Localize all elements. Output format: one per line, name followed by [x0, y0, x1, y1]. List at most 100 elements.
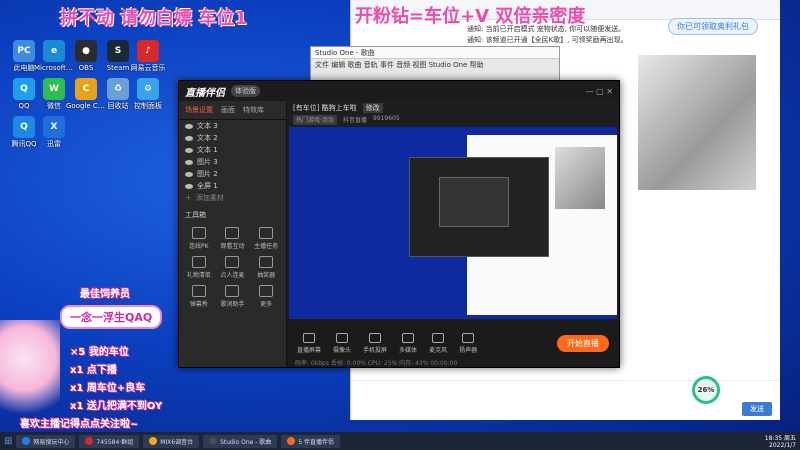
tool-icon — [259, 256, 274, 268]
tool-icon — [225, 256, 240, 268]
tool-icon — [191, 227, 206, 239]
add-source-label: 添加素材 — [196, 194, 224, 202]
source-icon — [303, 332, 315, 343]
tab-effects[interactable]: 特效库 — [243, 105, 264, 115]
room-title: [有车位] 酷狗上车啦 — [293, 104, 357, 112]
system-tray: 18:35 周五 2022/1/7 — [765, 433, 796, 449]
tool-label: 观看互动 — [220, 243, 245, 250]
source-button[interactable]: 摄像头 — [333, 332, 351, 354]
scene-item[interactable]: 文本 3 — [179, 120, 286, 132]
room-tags: 热门游戏·泡泡 抖音直播 9919605 — [287, 115, 619, 125]
zb-sidebar: 场景设置 画面 特效库 文本 3 文本 2 文本 1 图片 3 图片 2 全屏 1 ＋ 添… — [179, 101, 287, 367]
source-label: 直播屏幕 — [297, 346, 322, 354]
live-companion-window: 直播伴侣 体验版 — ▢ ✕ 场景设置 画面 特效库 文本 3 文本 2 文本 1 图… — [178, 80, 620, 368]
zb-version-badge: 体验版 — [231, 85, 260, 97]
tray-date[interactable]: 2022/1/7 — [765, 442, 796, 449]
tab-scene[interactable]: 场景设置 — [185, 105, 213, 115]
eye-icon[interactable] — [185, 147, 193, 153]
scene-item[interactable]: 文本 2 — [179, 132, 286, 144]
taskbar-items: 网易搜玩中心 745584·群组 MIX6调音台 Studio One - 歌曲 5 伴… — [16, 434, 341, 448]
tool-item[interactable]: 连线PK — [183, 227, 215, 250]
eye-icon[interactable] — [185, 183, 193, 189]
taskbar-item[interactable]: Studio One - 歌曲 — [203, 434, 278, 448]
eye-icon[interactable] — [185, 123, 193, 129]
tool-item[interactable]: 主播任务 — [250, 227, 282, 250]
scene-label: 文本 3 — [197, 122, 218, 130]
tool-label: 礼物清单 — [186, 272, 211, 279]
tool-icon — [259, 285, 274, 297]
scene-label: 图片 3 — [197, 158, 218, 166]
desktop-icon-label: 控制面板 — [134, 102, 162, 110]
tool-item[interactable]: 更多 — [250, 285, 282, 308]
tool-item[interactable]: 歌词助手 — [217, 285, 249, 308]
taskbar-item-label: 745584·群组 — [96, 438, 134, 446]
room-edit-button[interactable]: 修改 — [362, 103, 383, 113]
desktop-icon[interactable]: ⚙ 控制面板 — [128, 78, 168, 110]
stream-preview[interactable] — [289, 127, 617, 319]
tool-icon — [191, 285, 206, 297]
app-icon: S — [107, 40, 129, 62]
eye-icon[interactable] — [185, 135, 193, 141]
tool-icon — [259, 227, 274, 239]
tool-item[interactable]: 弹幕秀 — [183, 285, 215, 308]
scene-label: 文本 1 — [197, 146, 218, 154]
sticker-line: ×5 我的车位 — [70, 347, 129, 358]
source-button[interactable]: 手机投屏 — [363, 332, 387, 354]
scene-item[interactable]: 图片 2 — [179, 168, 286, 180]
eye-icon[interactable] — [185, 159, 193, 165]
tool-icon — [225, 285, 240, 297]
add-source-button[interactable]: ＋ 添加素材 — [179, 192, 286, 204]
eye-icon[interactable] — [185, 171, 193, 177]
source-button[interactable]: 麦克风 — [429, 332, 447, 354]
desktop-icon[interactable]: ♪ 网易云音乐 — [128, 40, 168, 72]
tool-item[interactable]: 抽奖器 — [250, 256, 282, 279]
tool-item[interactable]: 观看互动 — [217, 227, 249, 250]
tool-item[interactable]: 礼物清单 — [183, 256, 215, 279]
desktop-icon[interactable]: X 迅雷 — [34, 116, 74, 148]
app-icon — [209, 437, 218, 445]
sticker-line: x1 点下播 — [70, 365, 117, 376]
perf-monitor-widget[interactable]: 26% — [692, 376, 720, 404]
start-icon[interactable]: ⊞ — [4, 436, 12, 447]
taskbar-item-label: 5 伴直播伴侣 — [298, 438, 335, 446]
qq-send-button[interactable]: 发送 — [742, 402, 772, 416]
app-icon — [149, 437, 158, 445]
source-button[interactable]: 扬声器 — [459, 332, 477, 354]
app-icon: Q — [13, 78, 35, 100]
source-button[interactable]: 直播屏幕 — [297, 332, 322, 354]
taskbar-item[interactable]: 5 伴直播伴侣 — [281, 434, 341, 448]
source-icon — [462, 332, 475, 343]
zb-titlebar: 直播伴侣 体验版 — ▢ ✕ — [179, 81, 619, 101]
start-live-button[interactable]: 开始直播 — [557, 334, 609, 352]
scene-item[interactable]: 图片 3 — [179, 156, 286, 168]
tool-item[interactable]: 点人连麦 — [217, 256, 249, 279]
sticker-line: x1 送几把满不到OY — [70, 401, 163, 412]
studio-menu[interactable]: 文件 编辑 歌曲 音轨 事件 音频 视图 Studio One 帮助 — [311, 59, 559, 69]
desktop-icon-label: 迅雷 — [47, 140, 61, 148]
preview-nested-window-inner — [439, 177, 509, 227]
taskbar-item-label: Studio One - 歌曲 — [220, 438, 272, 446]
anime-avatar-sticker — [0, 320, 60, 430]
window-controls-icon[interactable]: — ▢ ✕ — [586, 87, 613, 96]
qq-chat-line: 通知: 该频道已开通【全民K歌】, 可领奖励再出现。 — [467, 36, 628, 44]
tool-label: 连线PK — [189, 243, 209, 250]
qq-gift-banner[interactable]: 你已可领取奥利礼包 — [668, 18, 758, 35]
app-icon: e — [43, 40, 65, 62]
sticker-qaq: 一念一浮生QAQ — [60, 305, 163, 329]
source-button-group: 直播屏幕 摄像头 手机投屏 多媒体 麦克风 扬声器 — [297, 332, 477, 354]
app-icon — [22, 437, 31, 445]
taskbar-item[interactable]: MIX6调音台 — [143, 434, 200, 448]
tray-time[interactable]: 18:35 周五 — [765, 433, 796, 442]
scene-item[interactable]: 全屏 1 — [179, 180, 286, 192]
tool-label: 抽奖器 — [257, 272, 276, 279]
taskbar-item[interactable]: 745584·群组 — [79, 434, 140, 448]
app-icon: C — [75, 78, 97, 100]
overlay-top-right: 开粉钻=车位+V 双倍亲密度 — [355, 6, 586, 27]
app-icon: X — [43, 116, 65, 138]
app-icon: ● — [75, 40, 97, 62]
qq-shared-photo[interactable] — [638, 55, 756, 190]
taskbar-item[interactable]: 网易搜玩中心 — [16, 434, 76, 448]
source-button[interactable]: 多媒体 — [399, 332, 417, 354]
tab-picture[interactable]: 画面 — [221, 105, 235, 115]
scene-item[interactable]: 文本 1 — [179, 144, 286, 156]
